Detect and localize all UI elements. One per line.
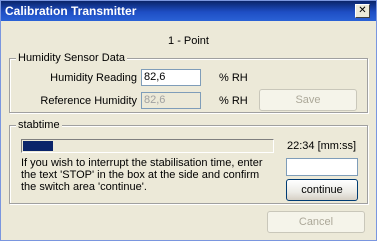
humidity-reading-label: Humidity Reading: [50, 72, 137, 84]
humidity-reading-unit: % RH: [219, 72, 248, 84]
stabilisation-progress-bar: [21, 139, 274, 153]
close-button[interactable]: ✕: [355, 4, 370, 18]
cancel-button[interactable]: Cancel: [267, 211, 365, 233]
window-title: Calibration Transmitter: [5, 4, 137, 18]
reference-humidity-field: 82,6: [141, 92, 201, 109]
stabilisation-instructions: If you wish to interrupt the stabilisati…: [21, 157, 263, 193]
humidity-group-title: Humidity Sensor Data: [16, 52, 127, 65]
calibration-mode-label: 1 - Point: [168, 35, 209, 47]
continue-button[interactable]: continue: [286, 179, 358, 201]
reference-humidity-unit: % RH: [219, 95, 248, 107]
progress-fill: [23, 141, 53, 151]
save-button[interactable]: Save: [259, 89, 357, 111]
title-bar[interactable]: Calibration Transmitter ✕: [1, 1, 376, 21]
stabilisation-time: 22:34 [mm:ss]: [287, 140, 357, 152]
humidity-reading-field[interactable]: 82,6: [141, 69, 201, 86]
stop-input[interactable]: [286, 158, 358, 176]
stabilisation-group-title: stabtime: [16, 119, 62, 132]
close-icon: ✕: [358, 5, 367, 16]
reference-humidity-label: Reference Humidity: [40, 95, 137, 107]
calibration-dialog: Calibration Transmitter ✕ 1 - Point Humi…: [0, 0, 377, 241]
